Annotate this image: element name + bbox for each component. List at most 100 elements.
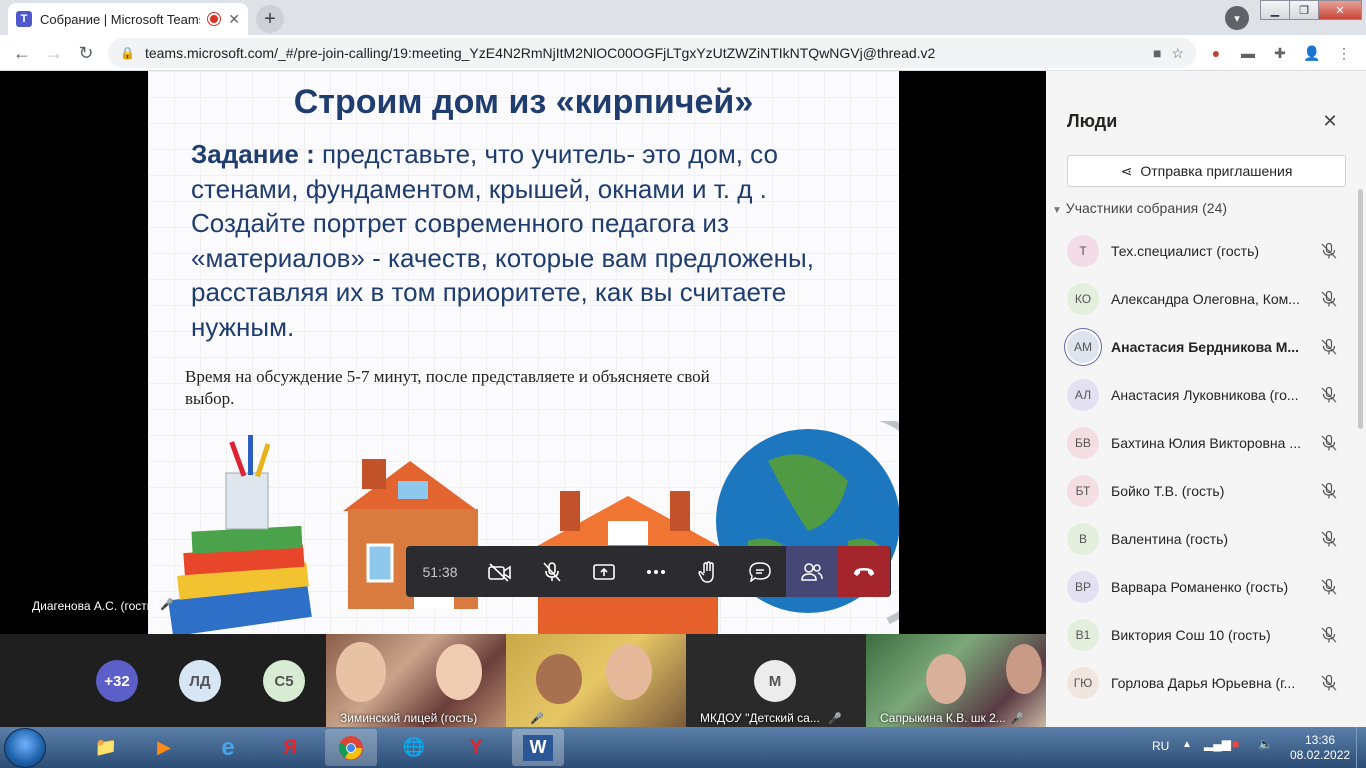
bookmark-star-icon[interactable]: ☆: [1171, 45, 1184, 62]
participant-row[interactable]: БВ Бахтина Юлия Викторовна ...: [1046, 419, 1366, 467]
tab-search-icon[interactable]: ▾: [1225, 6, 1249, 30]
participant-name: Анастасия Луковникова (го...: [1111, 387, 1299, 403]
language-indicator[interactable]: RU: [1152, 739, 1169, 753]
tab-title: Собрание | Microsoft Teams: [40, 11, 201, 27]
participant-row[interactable]: ГЮ Горлова Дарья Юрьевна (г...: [1046, 659, 1366, 707]
participant-row[interactable]: ВР Варвара Романенко (гость): [1046, 563, 1366, 611]
chrome-icon[interactable]: [325, 729, 377, 766]
avatar[interactable]: С5: [263, 660, 305, 702]
video-tile-name: МКДОУ "Детский са...: [700, 711, 820, 725]
video-tile-group[interactable]: 🎤: [506, 634, 686, 727]
forward-icon[interactable]: →: [40, 39, 68, 67]
participant-row[interactable]: БТ Бойко Т.В. (гость): [1046, 467, 1366, 515]
word-icon[interactable]: W: [512, 729, 564, 766]
yandex-icon[interactable]: Y: [450, 729, 502, 766]
participant-row[interactable]: Т Тех.специалист (гость): [1046, 227, 1366, 275]
participant-avatar: КО: [1067, 283, 1099, 315]
participant-avatar: АЛ: [1067, 379, 1099, 411]
tab-close-icon[interactable]: ✕: [228, 11, 240, 28]
panel-close-icon[interactable]: ✕: [1320, 111, 1340, 131]
video-tile-saprykina[interactable]: Сапрыкина К.В. шк 2... 🎤: [866, 634, 1046, 727]
participant-row[interactable]: В1 Виктория Сош 10 (гость): [1046, 611, 1366, 659]
url-text[interactable]: teams.microsoft.com/_#/pre-join-calling/…: [145, 45, 1143, 61]
participant-face: [1006, 644, 1042, 694]
chat-button[interactable]: [734, 546, 786, 597]
window-close-button[interactable]: ✕: [1318, 0, 1362, 20]
participant-avatar: ГЮ: [1067, 667, 1099, 699]
more-dots-icon: [647, 569, 665, 574]
participant-avatar: АМ: [1067, 331, 1099, 363]
mic-off-icon: 🎤: [1010, 713, 1024, 725]
meeting-stage: Строим дом из «кирпичей» Задание : предс…: [0, 71, 1046, 727]
media-player-icon[interactable]: ▶: [138, 729, 190, 766]
participant-avatar: ВР: [1067, 571, 1099, 603]
internet-explorer-icon[interactable]: e: [202, 729, 254, 766]
back-icon[interactable]: ←: [8, 39, 36, 67]
participant-row[interactable]: КО Александра Олеговна, Ком...: [1046, 275, 1366, 323]
camera-blocked-icon[interactable]: ■: [1153, 45, 1161, 61]
participants-count-label: Участники собрания (24): [1065, 200, 1228, 216]
tray-expand-icon[interactable]: ▲: [1182, 739, 1192, 750]
raise-hand-button[interactable]: [682, 546, 734, 597]
mic-off-icon: [1321, 626, 1337, 643]
overflow-participants[interactable]: +32: [96, 660, 138, 702]
mic-off-icon: [1321, 338, 1337, 355]
extension-avatar-icon[interactable]: ●: [1206, 43, 1226, 63]
participant-name: Тех.специалист (гость): [1111, 243, 1260, 259]
show-desktop-button[interactable]: [1356, 727, 1366, 768]
mic-off-icon: [1321, 482, 1337, 499]
new-tab-button[interactable]: +: [256, 5, 284, 33]
mic-off-icon: [1321, 530, 1337, 547]
minimize-button[interactable]: ▁: [1260, 0, 1290, 20]
yandex-browser-icon[interactable]: Я: [264, 729, 316, 766]
call-timer: 51:38: [422, 563, 458, 580]
participants-button[interactable]: [786, 546, 838, 597]
browser-tab[interactable]: T Собрание | Microsoft Teams ✕: [8, 3, 248, 35]
mic-off-button[interactable]: [526, 546, 578, 597]
maximize-button[interactable]: ❐: [1289, 0, 1319, 20]
mic-off-icon: [1321, 674, 1337, 691]
share-screen-button[interactable]: [578, 546, 630, 597]
send-invite-button[interactable]: ⋖ Отправка приглашения: [1067, 155, 1346, 187]
video-tile-zimin[interactable]: Зиминский лицей (гость): [326, 634, 506, 727]
participants-section-header[interactable]: ▼ Участники собрания (24): [1052, 200, 1227, 216]
network-status-icon[interactable]: ■: [1232, 737, 1239, 751]
clock-time: 13:36: [1304, 733, 1336, 747]
participant-face: [436, 644, 482, 700]
tray-clock[interactable]: 13:36 08.02.2022: [1290, 733, 1350, 763]
video-tile-mkdou[interactable]: М МКДОУ "Детский са... 🎤: [686, 634, 866, 727]
address-bar[interactable]: 🔒 teams.microsoft.com/_#/pre-join-callin…: [108, 38, 1196, 68]
file-explorer-icon[interactable]: 📁: [80, 729, 132, 766]
participant-name: Горлова Дарья Юрьевна (г...: [1111, 675, 1296, 691]
leave-call-button[interactable]: [838, 546, 890, 597]
mic-off-icon: 🎤: [530, 713, 544, 725]
extension-card-icon[interactable]: ▬: [1238, 43, 1258, 63]
avatar[interactable]: ЛД: [179, 660, 221, 702]
clock-date: 08.02.2022: [1290, 748, 1351, 762]
start-button[interactable]: [4, 728, 46, 768]
participant-avatar: Т: [1067, 235, 1099, 267]
panel-scrollbar[interactable]: [1358, 189, 1363, 429]
video-tile-name: Зиминский лицей (гость): [340, 711, 478, 725]
participant-face: [536, 654, 582, 704]
panel-title: Люди: [1067, 111, 1118, 131]
participant-avatar: БВ: [1067, 427, 1099, 459]
participant-row[interactable]: АЛ Анастасия Луковникова (го...: [1046, 371, 1366, 419]
participant-tiles: +32 ЛД С5 Зиминский лицей (гость) 🎤 М МК…: [0, 634, 1046, 727]
share-screen-icon: [593, 563, 615, 580]
participant-row[interactable]: В Валентина (гость): [1046, 515, 1366, 563]
people-icon: [801, 562, 823, 581]
participant-avatar: БТ: [1067, 475, 1099, 507]
signal-icon[interactable]: ▂▄▆: [1204, 737, 1231, 751]
recording-icon: [208, 13, 221, 25]
menu-icon[interactable]: ⋮: [1334, 43, 1354, 63]
network-globe-icon[interactable]: 🌐: [388, 729, 440, 766]
participant-row[interactable]: АМ Анастасия Бердникова М...: [1046, 323, 1366, 371]
extensions-puzzle-icon[interactable]: ✚: [1270, 43, 1290, 63]
camera-off-button[interactable]: [474, 546, 526, 597]
call-controls: 51:38: [406, 546, 891, 597]
more-actions-button[interactable]: [630, 546, 682, 597]
volume-icon[interactable]: 🔈: [1258, 737, 1273, 751]
profile-icon[interactable]: 👤: [1302, 43, 1322, 63]
reload-icon[interactable]: ↻: [72, 39, 100, 67]
